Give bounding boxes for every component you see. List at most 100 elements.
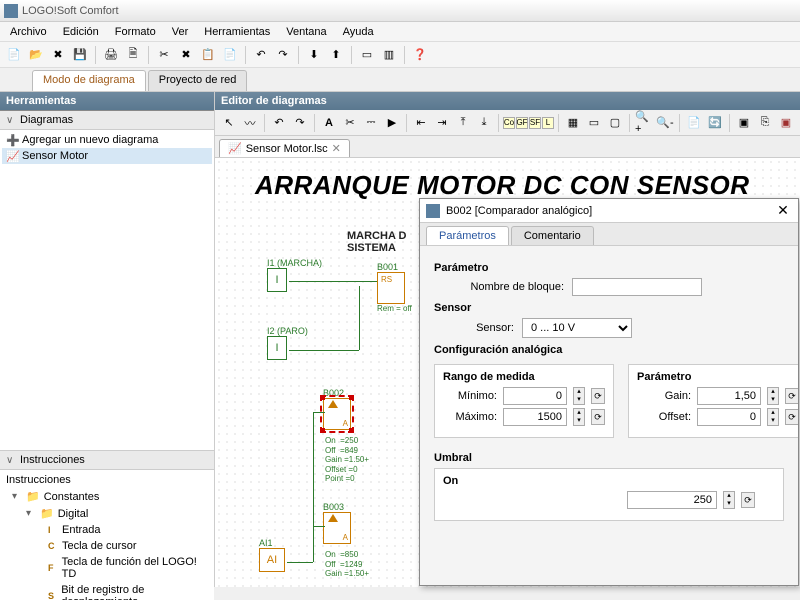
blockname-input[interactable] [572,278,702,296]
menu-archivo[interactable]: Archivo [4,24,53,40]
close-button[interactable]: ✖ [48,45,68,65]
select-tool[interactable]: ▣ [734,113,754,133]
align-left-tool[interactable]: ⇤ [411,113,431,133]
sim-tool[interactable]: ▣ [776,113,796,133]
collapse-icon[interactable]: ∨ [6,115,16,126]
add-diagram-row[interactable]: ➕ Agregar un nuevo diagrama [2,132,212,148]
resize-handle[interactable] [349,395,354,400]
new-button[interactable]: 📄 [4,45,24,65]
tab-comentario[interactable]: Comentario [511,226,594,245]
simulate-tool[interactable]: ▶ [382,113,402,133]
constants-node[interactable]: ▾ 📁 Constantes [2,488,212,505]
delete-button[interactable]: ✖ [176,45,196,65]
minimo-spinner[interactable]: ▴▾ [573,387,585,405]
collapse-icon[interactable]: ∨ [6,455,16,466]
spin-up-icon[interactable]: ▴ [574,388,584,396]
b003-box[interactable]: A [323,512,351,544]
resize-handle[interactable] [320,428,325,433]
offset-input[interactable] [697,408,761,426]
tab-proyecto-red[interactable]: Proyecto de red [148,70,248,91]
spin-down-icon[interactable]: ▾ [724,500,734,508]
ai1-box[interactable]: AI [259,548,285,572]
redo-button[interactable]: ↷ [273,45,293,65]
offset-spinner[interactable]: ▴▾ [767,408,779,426]
menu-ver[interactable]: Ver [166,24,195,40]
tab-modo-diagrama[interactable]: Modo de diagrama [32,70,146,91]
preview-button[interactable]: 🗎 [123,45,143,65]
instructions-root[interactable]: Instrucciones [2,472,212,488]
spin-up-icon[interactable]: ▴ [574,409,584,417]
convert-tool[interactable]: 🔄 [705,113,725,133]
diagram-sensor-motor[interactable]: 📈 Sensor Motor [2,148,212,164]
resize-handle[interactable] [349,428,354,433]
save-button[interactable]: 💾 [70,45,90,65]
on-reset-button[interactable]: ⟳ [741,492,755,508]
wire-tool[interactable]: ⎓ [361,113,381,133]
window-tool[interactable]: ▢ [605,113,625,133]
print-button[interactable]: 🖨 [101,45,121,65]
undo-button[interactable]: ↶ [251,45,271,65]
instr-entrada[interactable]: I Entrada [2,522,212,538]
spin-up-icon[interactable]: ▴ [768,388,778,396]
file-tab-sensor-motor[interactable]: 📈 Sensor Motor.lsc ✕ [219,139,350,157]
badge-l[interactable]: L [542,117,554,129]
badge-gf[interactable]: GF [516,117,528,129]
block-b001[interactable]: B001 RS Rem = off [377,262,412,314]
dialog-close-button[interactable]: ✕ [774,202,792,220]
spin-down-icon[interactable]: ▾ [574,396,584,404]
window-button[interactable]: ▭ [357,45,377,65]
expand-icon[interactable]: ▾ [26,508,36,519]
i1-box[interactable]: I [267,268,287,292]
redo-tool[interactable]: ↷ [290,113,310,133]
properties-dialog[interactable]: B002 [Comparador analógico] ✕ Parámetros… [419,198,799,586]
align-bottom-tool[interactable]: ⤓ [474,113,494,133]
block-ai1[interactable]: AI1 AI [259,538,285,572]
instr-tecla-cursor[interactable]: C Tecla de cursor [2,538,212,554]
gain-spinner[interactable]: ▴▾ [767,387,779,405]
sensor-select[interactable]: 0 ... 10 V [522,318,632,338]
spin-down-icon[interactable]: ▾ [574,417,584,425]
minimo-input[interactable] [503,387,567,405]
text-tool[interactable]: A [319,113,339,133]
diagrams-subheader[interactable]: ∨ Diagramas [0,111,214,130]
zoom-in-tool[interactable]: 🔍+ [634,113,654,133]
spin-up-icon[interactable]: ▴ [768,409,778,417]
maximo-spinner[interactable]: ▴▾ [573,408,585,426]
tab-parametros[interactable]: Parámetros [426,226,509,245]
resize-handle[interactable] [320,395,325,400]
gain-reset-button[interactable]: ⟳ [785,388,798,404]
menu-edicion[interactable]: Edición [57,24,105,40]
offset-reset-button[interactable]: ⟳ [785,409,798,425]
upload-button[interactable]: ⬆ [326,45,346,65]
paste-button[interactable]: 📄 [220,45,240,65]
zoom-out-tool[interactable]: 🔍- [655,113,675,133]
block-b002[interactable]: B002 A [323,388,351,430]
menu-formato[interactable]: Formato [109,24,162,40]
gain-input[interactable] [697,387,761,405]
on-spinner[interactable]: ▴▾ [723,491,735,509]
ref-tool[interactable]: ⎘ [755,113,775,133]
dialog-titlebar[interactable]: B002 [Comparador analógico] ✕ [420,199,798,223]
undo-tool[interactable]: ↶ [269,113,289,133]
connect-tool[interactable]: 〰 [240,113,260,133]
align-top-tool[interactable]: ⤒ [453,113,473,133]
cut-tool[interactable]: ✂ [340,113,360,133]
instr-tecla-funcion[interactable]: F Tecla de función del LOGO! TD [2,554,212,582]
spin-down-icon[interactable]: ▾ [768,417,778,425]
close-tab-icon[interactable]: ✕ [332,142,341,155]
minimo-reset-button[interactable]: ⟳ [591,388,605,404]
spin-down-icon[interactable]: ▾ [768,396,778,404]
help-button[interactable]: ❓ [410,45,430,65]
b002-box[interactable]: A [323,398,351,430]
i2-box[interactable]: I [267,336,287,360]
pointer-tool[interactable]: ↖ [219,113,239,133]
frame-tool[interactable]: ▭ [584,113,604,133]
digital-node[interactable]: ▾ 📁 Digital [2,505,212,522]
block-i2[interactable]: I2 (PARO) I [267,326,308,360]
copy-button[interactable]: 📋 [198,45,218,65]
b001-box[interactable]: RS [377,272,405,304]
block-b003[interactable]: B003 A [323,502,351,544]
block-i1[interactable]: I1 (MARCHA) I [267,258,322,292]
instr-bit-registro[interactable]: S Bit de registro de desplazamiento [2,582,212,600]
open-button[interactable]: 📂 [26,45,46,65]
